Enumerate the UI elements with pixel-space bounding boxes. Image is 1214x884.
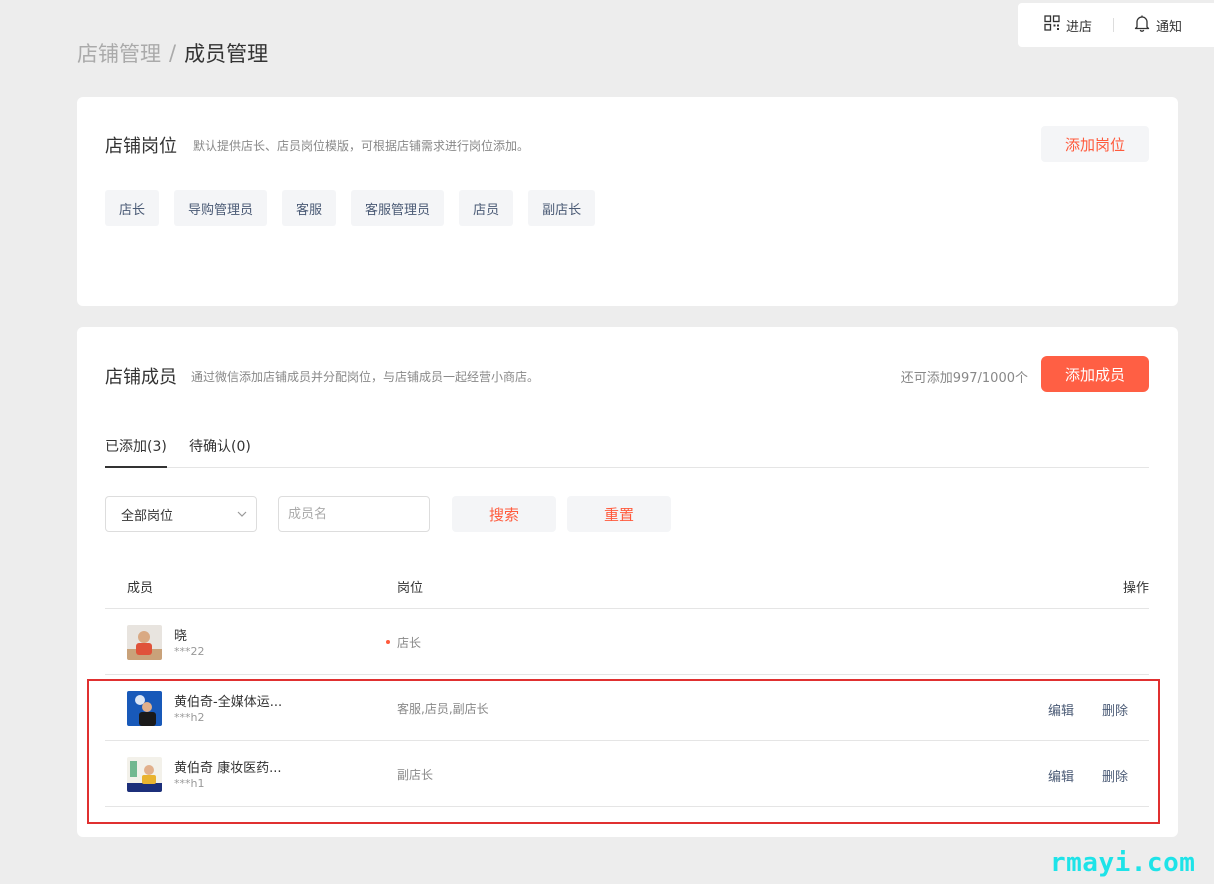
member-id: ***h2 — [174, 711, 205, 724]
member-tabs: 已添加(3) 待确认(0) — [105, 427, 1149, 468]
positions-title: 店铺岗位 — [105, 136, 177, 157]
store-positions-card: 店铺岗位 默认提供店长、店员岗位模版，可根据店铺需求进行岗位添加。 添加岗位 店… — [77, 97, 1178, 306]
member-role: 客服,店员,副店长 — [397, 702, 489, 716]
header-divider — [1113, 18, 1114, 32]
member-quota: 还可添加997/1000个 — [900, 371, 1028, 386]
delete-member-button[interactable]: 删除 — [1102, 766, 1128, 785]
breadcrumb: 店铺管理 / 成员管理 — [77, 38, 268, 68]
members-table: 成员 岗位 操作 晓 ***22 店长 黄伯奇-全媒体运... ***h2 客服… — [105, 563, 1149, 807]
delete-member-button[interactable]: 删除 — [1102, 700, 1128, 719]
reset-button[interactable]: 重置 — [567, 496, 671, 532]
member-id: ***22 — [174, 645, 205, 658]
add-member-button[interactable]: 添加成员 — [1041, 356, 1149, 392]
edit-member-button[interactable]: 编辑 — [1048, 700, 1074, 719]
position-tag[interactable]: 店长 — [105, 190, 160, 226]
member-name-input[interactable] — [278, 496, 430, 532]
add-position-button[interactable]: 添加岗位 — [1041, 126, 1149, 162]
store-members-card: 店铺成员 通过微信添加店铺成员并分配岗位，与店铺成员一起经营小商店。 还可添加9… — [77, 327, 1178, 837]
member-name: 黄伯奇 康妆医药... — [174, 761, 282, 776]
notification-label: 通知 — [1156, 19, 1183, 35]
member-role: 店长 — [397, 636, 422, 650]
member-role: 副店长 — [397, 768, 434, 782]
position-filter-select[interactable]: 全部岗位 — [105, 496, 257, 532]
table-row: 黄伯奇-全媒体运... ***h2 客服,店员,副店长 编辑 删除 — [105, 675, 1149, 741]
enter-store-button[interactable]: 进店 — [1044, 15, 1092, 35]
bell-icon — [1134, 15, 1150, 36]
position-tag[interactable]: 客服管理员 — [351, 190, 445, 226]
table-row: 晓 ***22 店长 — [105, 609, 1149, 675]
avatar — [127, 625, 162, 660]
position-tag[interactable]: 客服 — [282, 190, 337, 226]
member-id: ***h1 — [174, 777, 205, 790]
notification-button[interactable]: 通知 — [1134, 15, 1182, 36]
tab-pending[interactable]: 待确认(0) — [189, 436, 251, 468]
members-title: 店铺成员 — [105, 367, 177, 388]
position-tag[interactable]: 店员 — [459, 190, 514, 226]
column-ops: 操作 — [1122, 581, 1149, 596]
position-filter-value: 全部岗位 — [121, 508, 174, 524]
members-description: 通过微信添加店铺成员并分配岗位，与店铺成员一起经营小商店。 — [191, 370, 540, 384]
position-tag[interactable]: 副店长 — [528, 190, 596, 226]
column-member: 成员 — [127, 581, 154, 596]
edit-member-button[interactable]: 编辑 — [1048, 766, 1074, 785]
avatar — [127, 691, 162, 726]
position-tags: 店长 导购管理员 客服 客服管理员 店员 副店长 — [105, 190, 596, 226]
owner-dot-icon — [386, 640, 390, 644]
position-tag[interactable]: 导购管理员 — [174, 190, 268, 226]
table-row: 黄伯奇 康妆医药... ***h1 副店长 编辑 删除 — [105, 741, 1149, 807]
tab-added[interactable]: 已添加(3) — [105, 436, 167, 468]
positions-description: 默认提供店长、店员岗位模版，可根据店铺需求进行岗位添加。 — [193, 139, 530, 153]
search-button[interactable]: 搜索 — [452, 496, 556, 532]
member-name: 黄伯奇-全媒体运... — [174, 695, 283, 710]
page-title: 成员管理 — [184, 42, 269, 66]
enter-store-label: 进店 — [1066, 19, 1093, 35]
watermark: rmayi.com — [1050, 848, 1196, 878]
chevron-down-icon — [236, 508, 248, 524]
top-header: 进店 通知 — [1018, 3, 1214, 47]
column-role: 岗位 — [397, 581, 424, 596]
member-name: 晓 — [174, 629, 188, 644]
breadcrumb-separator: / — [169, 41, 177, 65]
table-header: 成员 岗位 操作 — [105, 563, 1149, 609]
qr-code-icon — [1044, 15, 1060, 35]
breadcrumb-store-management[interactable]: 店铺管理 — [77, 38, 161, 68]
avatar — [127, 757, 162, 792]
